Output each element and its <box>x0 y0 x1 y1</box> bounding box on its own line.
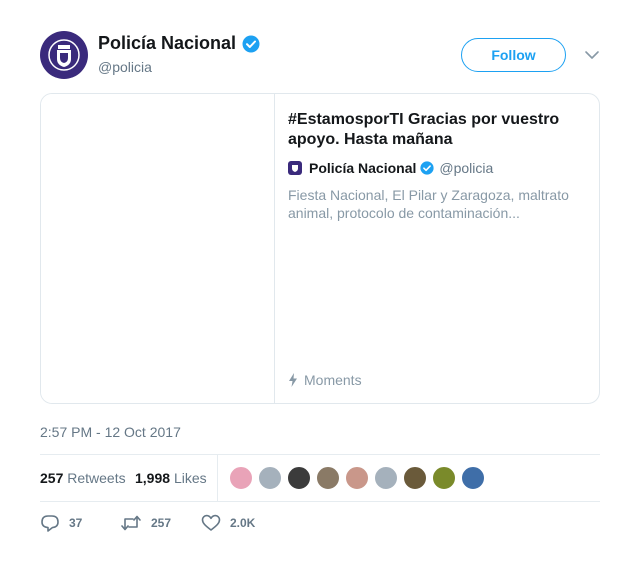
account-name-row[interactable]: Policía Nacional <box>98 33 260 54</box>
verified-badge-icon <box>242 35 260 53</box>
liker-avatar[interactable] <box>432 466 456 490</box>
lightning-icon <box>288 373 298 387</box>
tweet-timestamp[interactable]: 2:57 PM - 12 Oct 2017 <box>40 424 181 440</box>
account-name[interactable]: Policía Nacional <box>98 33 236 54</box>
retweets-stat[interactable]: 257 Retweets <box>40 470 126 486</box>
retweets-label: Retweets <box>67 470 126 486</box>
liker-avatar[interactable] <box>345 466 369 490</box>
chevron-down-icon[interactable] <box>584 48 600 62</box>
liker-avatar[interactable] <box>287 466 311 490</box>
moment-card-author-handle: @policia <box>439 160 494 176</box>
reply-count: 37 <box>69 516 83 530</box>
liker-avatar[interactable] <box>229 466 253 490</box>
moment-card-author-name: Policía Nacional <box>309 160 417 176</box>
tweet-stats: 257 Retweets 1,998 Likes <box>40 454 600 502</box>
reply-icon <box>41 515 59 532</box>
liker-avatar[interactable] <box>403 466 427 490</box>
likes-count: 1,998 <box>135 470 171 486</box>
police-shield-logo <box>288 161 302 175</box>
liker-avatar[interactable] <box>316 466 340 490</box>
liker-avatar[interactable] <box>258 466 282 490</box>
likes-stat[interactable]: 1,998 Likes <box>135 470 207 486</box>
liker-avatar[interactable] <box>461 466 485 490</box>
retweets-count: 257 <box>40 470 64 486</box>
like-button[interactable]: 2.0K <box>201 514 255 532</box>
account-handle[interactable]: @policia <box>98 59 152 75</box>
moment-card-description: Fiesta Nacional, El Pilar y Zaragoza, ma… <box>288 187 569 221</box>
moment-card-author: Policía Nacional @policia <box>288 160 493 176</box>
retweet-button[interactable]: 257 <box>120 514 171 532</box>
retweet-count: 257 <box>151 516 172 530</box>
liker-avatar[interactable] <box>374 466 398 490</box>
police-shield-logo <box>48 39 80 71</box>
likes-label: Likes <box>173 470 207 486</box>
heart-icon <box>201 514 221 531</box>
like-count: 2.0K <box>230 516 256 530</box>
moment-card-image <box>41 94 275 403</box>
moments-label: Moments <box>304 372 362 388</box>
moment-card-title: #EstamosporTI Gracias por vuestro apoyo.… <box>288 111 560 148</box>
follow-button[interactable]: Follow <box>461 38 566 72</box>
verified-badge-icon <box>420 161 434 175</box>
stats-divider <box>217 455 218 501</box>
moment-card[interactable]: #EstamosporTI Gracias por vuestro apoyo.… <box>40 93 600 404</box>
account-avatar[interactable] <box>40 31 88 79</box>
moment-card-footer: Moments <box>288 372 362 388</box>
reply-button[interactable]: 37 <box>40 514 82 532</box>
retweet-icon <box>121 515 141 531</box>
